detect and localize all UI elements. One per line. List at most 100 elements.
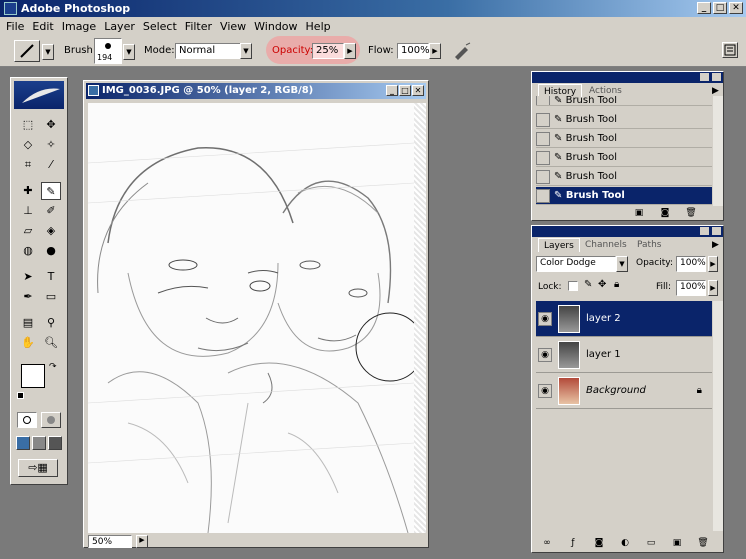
history-item[interactable]: ✎ Brush Tool xyxy=(536,96,712,106)
close-button[interactable]: ✕ xyxy=(729,2,743,14)
lock-position-icon[interactable]: ✥ xyxy=(598,279,606,290)
new-layer-icon[interactable]: ▣ xyxy=(670,538,684,550)
adjustment-layer-icon[interactable]: ◐ xyxy=(618,538,632,550)
fill-slider-button[interactable]: ▶ xyxy=(708,280,718,296)
notes-tool-icon[interactable]: ▤ xyxy=(18,314,38,332)
status-menu-button[interactable]: ▶ xyxy=(136,535,148,548)
default-colors-icon[interactable] xyxy=(17,392,24,399)
menu-help[interactable]: Help xyxy=(302,20,335,33)
layer-row-layer-1[interactable]: ◉ layer 1 xyxy=(536,337,712,373)
standard-mode-button[interactable] xyxy=(17,412,37,428)
foreground-color-swatch[interactable] xyxy=(21,364,45,388)
screen-mode-menu-button[interactable] xyxy=(32,436,46,450)
hand-tool-icon[interactable]: ✋ xyxy=(18,334,38,352)
flow-slider-button[interactable]: ▶ xyxy=(429,43,441,59)
tool-preset-dropdown[interactable]: ▼ xyxy=(42,44,54,60)
pen-tool-icon[interactable]: ✒ xyxy=(18,288,38,306)
history-item-selected[interactable]: ✎ Brush Tool xyxy=(536,187,712,205)
tab-layers[interactable]: Layers xyxy=(538,238,580,252)
menu-window[interactable]: Window xyxy=(250,20,301,33)
visibility-eye-icon[interactable]: ◉ xyxy=(538,347,552,362)
layer-row-layer-2[interactable]: ◉ layer 2 xyxy=(536,301,712,337)
history-scrollbar[interactable] xyxy=(713,96,723,206)
layers-palette-close-button[interactable] xyxy=(712,227,721,235)
eraser-tool-icon[interactable]: ▱ xyxy=(18,222,38,240)
document-title-bar[interactable]: IMG_0036.JPG @ 50% (layer 2, RGB/8) _ □ … xyxy=(86,83,426,99)
layer-style-icon[interactable]: ƒ xyxy=(566,538,580,550)
swap-colors-icon[interactable]: ↷ xyxy=(49,362,57,372)
clone-stamp-tool-icon[interactable]: ⊥ xyxy=(18,202,38,220)
document-maximize-button[interactable]: □ xyxy=(399,85,411,96)
history-item[interactable]: ✎ Brush Tool xyxy=(536,111,712,129)
layer-opacity-slider-button[interactable]: ▶ xyxy=(708,256,718,272)
screen-mode-standard-button[interactable] xyxy=(16,436,30,450)
menu-file[interactable]: File xyxy=(2,20,28,33)
zoom-tool-icon[interactable]: 🔍︎ xyxy=(41,334,61,352)
eyedropper-tool-icon[interactable]: ⚲ xyxy=(41,314,61,332)
opacity-slider-button[interactable]: ▶ xyxy=(344,43,356,59)
flow-field[interactable]: 100% xyxy=(397,43,430,59)
layers-menu-button[interactable]: ▶ xyxy=(712,240,719,250)
new-snapshot-icon[interactable]: ◙ xyxy=(658,208,672,220)
document-scrollbar[interactable] xyxy=(414,103,426,533)
move-tool-icon[interactable]: ✥ xyxy=(41,116,61,134)
menu-view[interactable]: View xyxy=(216,20,250,33)
magic-wand-tool-icon[interactable]: ✧ xyxy=(41,136,61,154)
lock-all-icon[interactable]: 🔒︎ xyxy=(614,279,619,290)
quick-mask-button[interactable] xyxy=(41,412,61,428)
history-item[interactable]: ✎ Brush Tool xyxy=(536,149,712,167)
layer-mask-icon[interactable]: ◙ xyxy=(592,538,606,550)
history-palette-minimize-button[interactable] xyxy=(700,73,709,81)
trash-icon[interactable]: 🗑︎ xyxy=(696,538,710,550)
mode-dropdown[interactable]: ▼ xyxy=(240,43,252,59)
layers-scrollbar[interactable] xyxy=(713,301,723,531)
history-brush-tool-icon[interactable]: ✐ xyxy=(41,202,61,220)
path-selection-tool-icon[interactable]: ➤ xyxy=(18,268,38,286)
palette-well-button[interactable] xyxy=(722,42,738,58)
type-tool-icon[interactable]: T xyxy=(41,268,61,286)
document-close-button[interactable]: ✕ xyxy=(412,85,424,96)
marquee-tool-icon[interactable]: ⬚ xyxy=(18,116,38,134)
layer-name[interactable]: layer 1 xyxy=(586,349,621,360)
toolbox-header[interactable] xyxy=(14,81,64,109)
minimize-button[interactable]: _ xyxy=(697,2,711,14)
menu-filter[interactable]: Filter xyxy=(181,20,216,33)
jump-to-imageready-button[interactable]: ⇨▦ xyxy=(18,459,58,477)
layer-name[interactable]: layer 2 xyxy=(586,313,621,324)
zoom-field[interactable]: 50% xyxy=(88,535,132,548)
shape-tool-icon[interactable]: ▭ xyxy=(41,288,61,306)
link-layers-icon[interactable]: ∞ xyxy=(540,538,554,550)
tab-paths[interactable]: Paths xyxy=(632,238,666,252)
blur-tool-icon[interactable]: ◍ xyxy=(18,242,38,260)
new-group-icon[interactable]: ▭ xyxy=(644,538,658,550)
document-minimize-button[interactable]: _ xyxy=(386,85,398,96)
lasso-tool-icon[interactable]: ◇ xyxy=(18,136,38,154)
lock-image-icon[interactable]: ✎ xyxy=(584,279,592,290)
opacity-field[interactable]: 25% xyxy=(312,43,344,59)
layers-palette-minimize-button[interactable] xyxy=(700,227,709,235)
screen-mode-full-button[interactable] xyxy=(48,436,62,450)
menu-image[interactable]: Image xyxy=(58,20,100,33)
new-document-from-state-icon[interactable]: ▣ xyxy=(632,208,646,220)
history-menu-button[interactable]: ▶ xyxy=(712,86,719,96)
layer-name[interactable]: Background xyxy=(586,385,646,396)
slice-tool-icon[interactable]: ⁄ xyxy=(41,156,61,174)
trash-icon[interactable]: 🗑︎ xyxy=(684,208,698,220)
brush-dropdown[interactable]: ▼ xyxy=(123,44,135,60)
healing-brush-tool-icon[interactable]: ✚ xyxy=(18,182,38,200)
lock-transparency-icon[interactable] xyxy=(568,281,578,291)
layer-row-background[interactable]: ◉ Background 🔒︎ xyxy=(536,373,712,409)
crop-tool-icon[interactable]: ⌗ xyxy=(18,156,38,174)
dodge-tool-icon[interactable]: ● xyxy=(41,242,61,260)
brush-picker[interactable]: 194 xyxy=(94,38,122,64)
mode-select[interactable]: Normal xyxy=(175,43,241,59)
blend-mode-select[interactable]: Color Dodge xyxy=(536,256,616,272)
menu-edit[interactable]: Edit xyxy=(28,20,57,33)
tab-channels[interactable]: Channels xyxy=(580,238,632,252)
history-item[interactable]: ✎ Brush Tool xyxy=(536,168,712,186)
brush-tool-icon[interactable]: ✎ xyxy=(41,182,61,200)
tool-preset-picker[interactable] xyxy=(14,40,40,62)
menu-select[interactable]: Select xyxy=(139,20,181,33)
blend-mode-dropdown[interactable]: ▼ xyxy=(616,256,628,272)
history-palette-close-button[interactable] xyxy=(712,73,721,81)
